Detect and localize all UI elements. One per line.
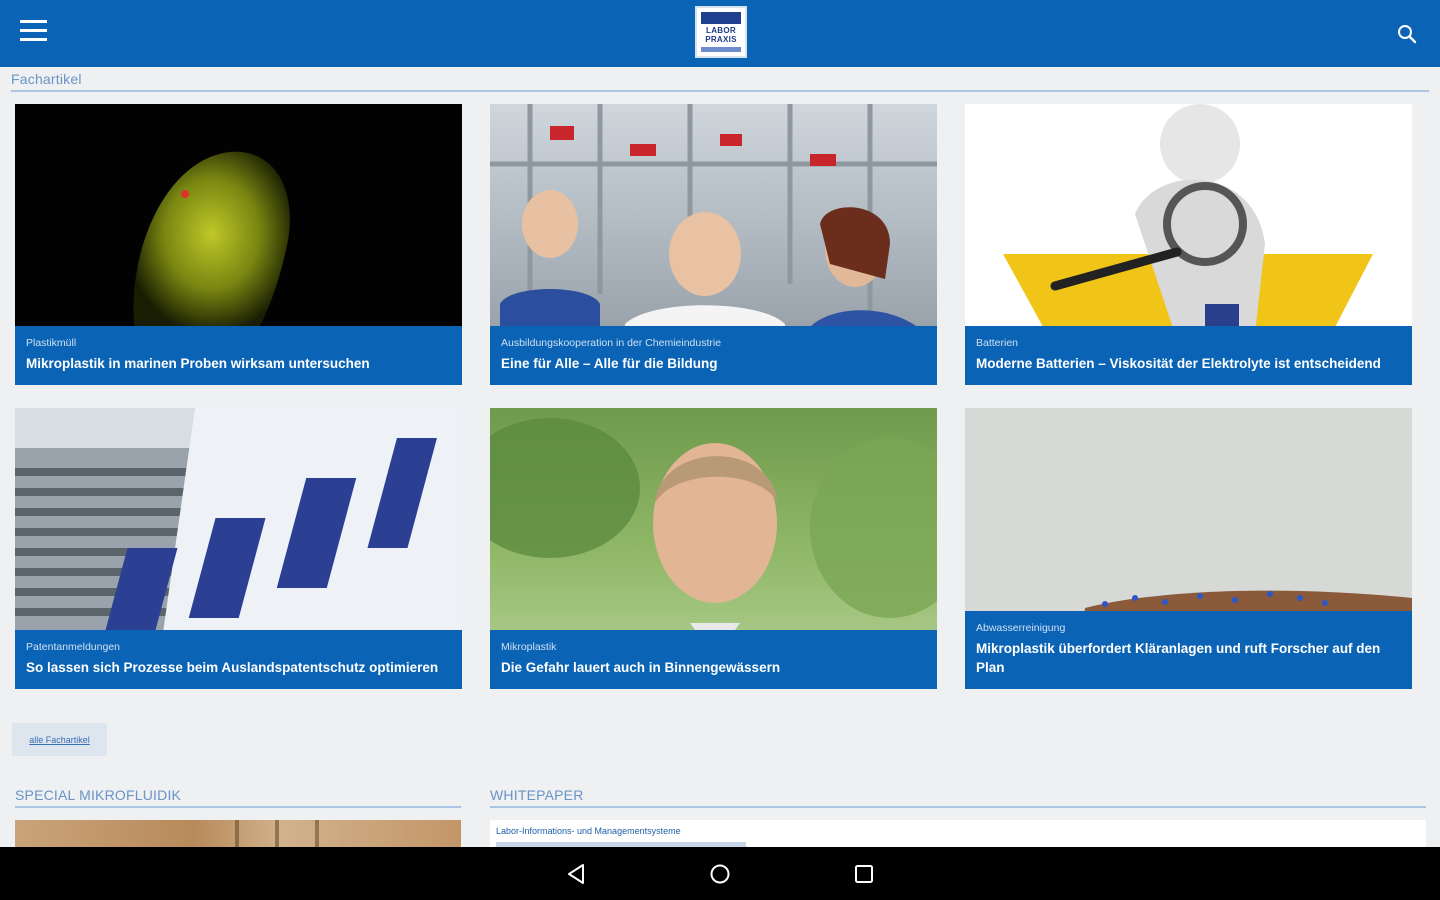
article-category: Batterien (976, 337, 1019, 349)
logo-text-line1: LABOR (706, 26, 736, 35)
article-title[interactable]: Mikroplastik in marinen Proben wirksam u… (26, 354, 451, 373)
search-icon[interactable] (1396, 23, 1418, 45)
section-divider (490, 806, 1426, 808)
laborpraxis-logo[interactable]: LABOR PRAXIS (695, 6, 747, 58)
hamburger-menu-icon[interactable] (18, 20, 50, 48)
section-title-whitepaper: WHITEPAPER (490, 787, 584, 803)
section-title-special-mikrofluidik: SPECIAL MIKROFLUIDIK (15, 787, 182, 803)
article-category: Ausbildungskooperation in der Chemieindu… (501, 337, 722, 349)
app-bar: LABOR PRAXIS (0, 0, 1440, 67)
article-title[interactable]: Die Gefahr lauert auch in Binnengewässer… (501, 658, 926, 677)
article-title[interactable]: Mikroplastik überfordert Kläranlagen und… (976, 639, 1401, 677)
article-caption: Patentanmeldungen So lassen sich Prozess… (15, 630, 462, 689)
article-title[interactable]: Eine für Alle – Alle für die Bildung (501, 354, 926, 373)
article-card-5[interactable]: Mikroplastik Die Gefahr lauert auch in B… (490, 408, 937, 689)
android-back-icon[interactable] (564, 861, 590, 887)
android-recents-icon[interactable] (851, 861, 877, 887)
article-caption: Plastikmüll Mikroplastik in marinen Prob… (15, 326, 462, 385)
all-articles-button[interactable]: alle Fachartikel (12, 723, 107, 756)
section-divider (11, 90, 1429, 92)
article-category: Mikroplastik (501, 641, 557, 653)
article-title[interactable]: Moderne Batterien – Viskosität der Elekt… (976, 354, 1401, 373)
whitepaper-card[interactable]: Labor-Informations- und Managementsystem… (490, 820, 1426, 850)
whitepaper-category: Labor-Informations- und Managementsystem… (496, 826, 681, 836)
article-card-3[interactable]: Batterien Moderne Batterien – Viskosität… (965, 104, 1412, 385)
article-caption: Ausbildungskooperation in der Chemieindu… (490, 326, 937, 385)
article-caption: Abwasserreinigung Mikroplastik überforde… (965, 611, 1412, 689)
article-card-2[interactable]: Ausbildungskooperation in der Chemieindu… (490, 104, 937, 385)
article-card-1[interactable]: Plastikmüll Mikroplastik in marinen Prob… (15, 104, 462, 385)
article-card-6[interactable]: Abwasserreinigung Mikroplastik überforde… (965, 408, 1412, 689)
section-divider (15, 806, 461, 808)
logo-text-line2: PRAXIS (705, 35, 737, 44)
article-category: Patentanmeldungen (26, 641, 120, 653)
article-category: Abwasserreinigung (976, 622, 1066, 634)
article-caption: Batterien Moderne Batterien – Viskosität… (965, 326, 1412, 385)
android-home-icon[interactable] (707, 861, 733, 887)
system-navigation-bar (0, 847, 1440, 900)
article-caption: Mikroplastik Die Gefahr lauert auch in B… (490, 630, 937, 689)
article-title[interactable]: So lassen sich Prozesse beim Auslandspat… (26, 658, 451, 677)
special-article-image[interactable] (15, 820, 461, 850)
article-card-4[interactable]: Patentanmeldungen So lassen sich Prozess… (15, 408, 462, 689)
section-title-fachartikel: Fachartikel (11, 71, 82, 87)
article-category: Plastikmüll (26, 337, 77, 349)
